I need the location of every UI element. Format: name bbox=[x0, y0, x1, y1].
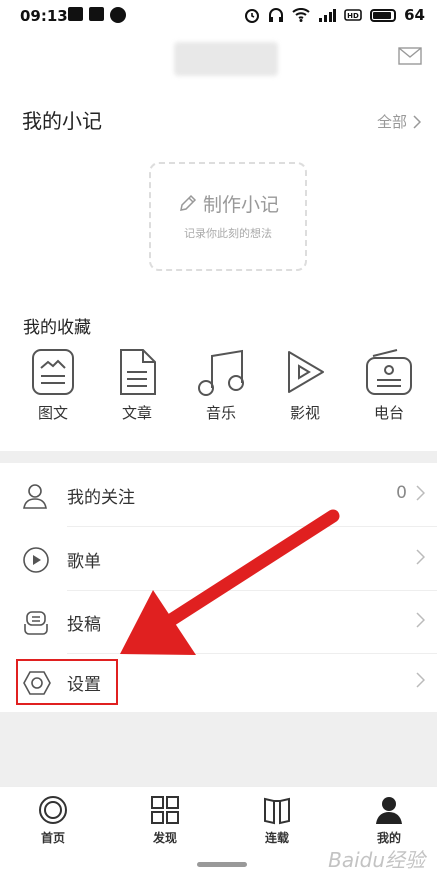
profile-icon bbox=[376, 797, 402, 824]
tab-label: 首页 bbox=[40, 831, 65, 845]
tab-discover[interactable]: 发现 bbox=[130, 795, 200, 846]
home-indicator[interactable] bbox=[197, 862, 247, 867]
tab-label: 连载 bbox=[264, 831, 289, 845]
tab-mine[interactable]: 我的 bbox=[354, 795, 424, 846]
annotation-arrow bbox=[120, 509, 340, 655]
tab-home[interactable]: 首页 bbox=[18, 795, 88, 846]
home-icon bbox=[39, 796, 67, 824]
book-icon bbox=[264, 797, 290, 825]
tab-serial[interactable]: 连载 bbox=[242, 795, 312, 846]
bottom-tab-bar: 首页 发现 连载 我的 bbox=[0, 786, 437, 847]
tab-label: 发现 bbox=[152, 831, 177, 845]
grid-icon bbox=[151, 796, 179, 824]
watermark: Baidu经验 bbox=[328, 848, 425, 872]
